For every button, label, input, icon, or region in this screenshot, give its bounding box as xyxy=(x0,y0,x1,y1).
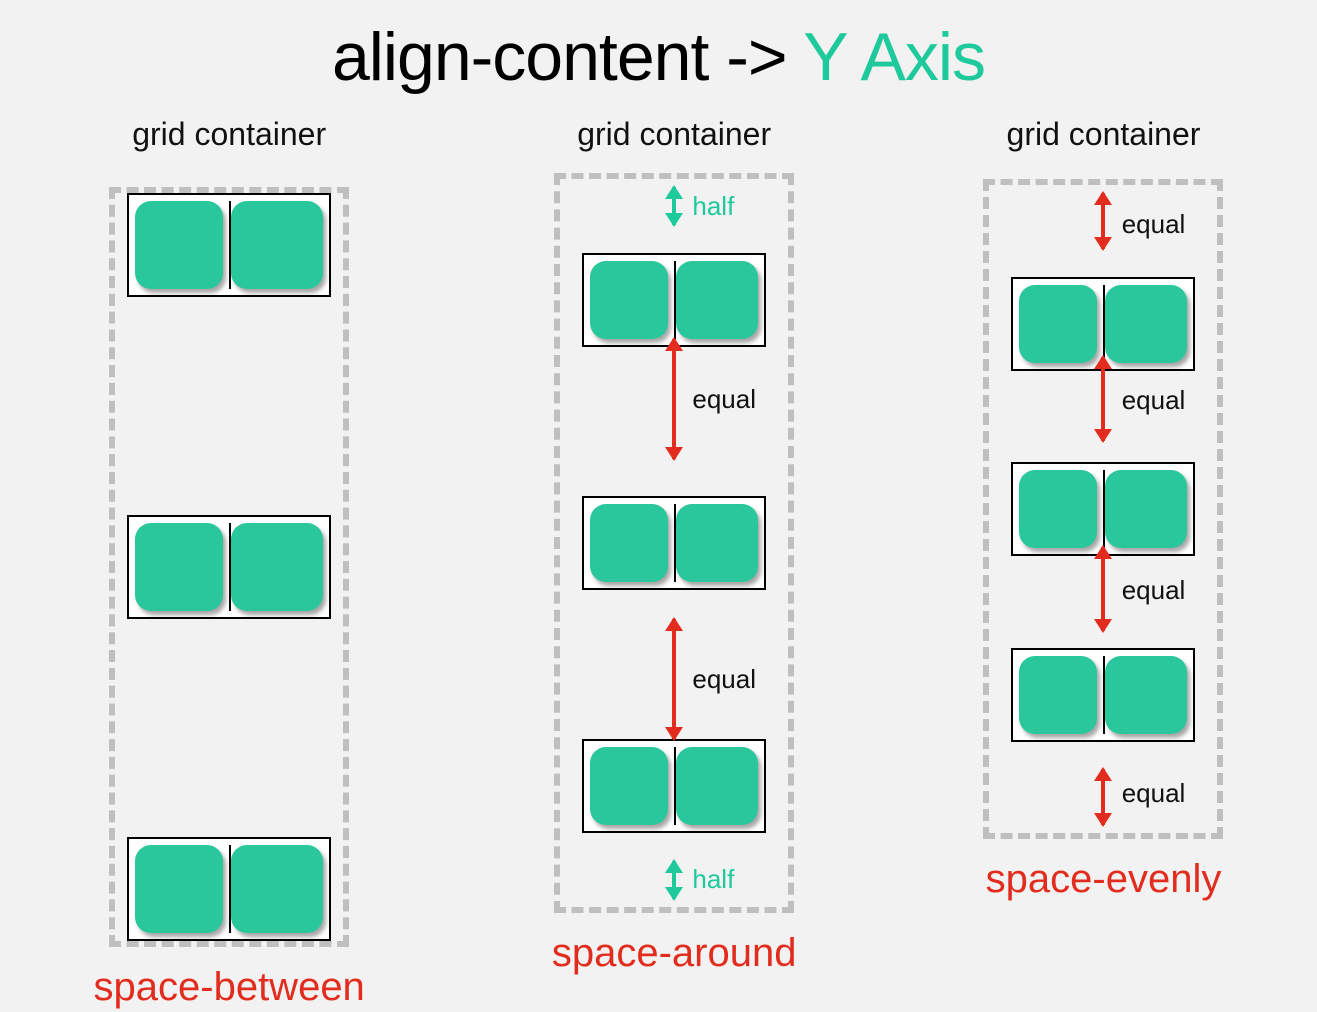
grid-cell xyxy=(590,261,668,339)
grid-item xyxy=(590,261,668,339)
grid-item xyxy=(135,845,223,933)
page-title: align-content -> Y Axis xyxy=(0,0,1317,96)
gap-label-equal: equal xyxy=(1122,209,1186,240)
gap-arrow-equal-icon xyxy=(1101,357,1105,441)
title-accent: Y Axis xyxy=(803,19,985,95)
grid-container-between xyxy=(109,187,349,947)
gap-arrow-half-icon xyxy=(672,861,676,899)
gap-label-equal: equal xyxy=(692,384,756,415)
column-space-evenly: grid container equal equal equal equal xyxy=(983,116,1223,902)
grid-row xyxy=(127,193,331,297)
gap-label-equal: equal xyxy=(1122,778,1186,809)
grid-item xyxy=(135,201,223,289)
grid-cell xyxy=(229,201,323,289)
grid-cell xyxy=(1103,656,1187,734)
container-label: grid container xyxy=(132,116,326,153)
grid-item xyxy=(1019,656,1097,734)
grid-row xyxy=(1011,462,1195,556)
grid-row xyxy=(582,253,766,347)
container-label: grid container xyxy=(577,116,771,153)
caption-around: space-around xyxy=(552,931,797,976)
grid-cell xyxy=(590,747,668,825)
grid-item xyxy=(1019,470,1097,548)
gap-label-half: half xyxy=(692,864,734,895)
grid-cell xyxy=(135,523,223,611)
grid-container-evenly: equal equal equal equal xyxy=(983,179,1223,839)
grid-cell xyxy=(674,261,758,339)
column-space-around: grid container half half equal xyxy=(552,116,797,976)
grid-cell xyxy=(1019,470,1097,548)
grid-cell xyxy=(229,845,323,933)
grid-item xyxy=(1105,285,1187,363)
column-space-between: grid container space-between xyxy=(94,116,365,1010)
gap-label-equal: equal xyxy=(1122,385,1186,416)
grid-item xyxy=(231,845,323,933)
diagram-columns: grid container space-between grid contai… xyxy=(0,116,1317,1010)
grid-cell xyxy=(1103,285,1187,363)
grid-item xyxy=(231,201,323,289)
gap-label-half: half xyxy=(692,191,734,222)
title-prefix: align-content -> xyxy=(332,19,803,95)
grid-item xyxy=(1105,470,1187,548)
grid-item xyxy=(1019,285,1097,363)
grid-cell xyxy=(1019,285,1097,363)
grid-cell xyxy=(135,201,223,289)
grid-item xyxy=(676,261,758,339)
caption-evenly: space-evenly xyxy=(986,857,1222,902)
grid-item xyxy=(676,504,758,582)
grid-row xyxy=(127,837,331,941)
gap-arrow-equal-icon xyxy=(1101,547,1105,631)
gap-arrow-equal-icon xyxy=(1101,769,1105,825)
container-label: grid container xyxy=(1007,116,1201,153)
grid-row xyxy=(582,739,766,833)
grid-row xyxy=(582,496,766,590)
grid-cell xyxy=(590,504,668,582)
gap-arrow-equal-icon xyxy=(672,339,676,459)
grid-cell xyxy=(1103,470,1187,548)
grid-cell xyxy=(674,747,758,825)
grid-item xyxy=(1105,656,1187,734)
gap-arrow-equal-icon xyxy=(1101,193,1105,249)
gap-label-equal: equal xyxy=(1122,575,1186,606)
grid-cell xyxy=(135,845,223,933)
grid-row xyxy=(1011,648,1195,742)
grid-item xyxy=(676,747,758,825)
grid-row xyxy=(127,515,331,619)
grid-cell xyxy=(229,523,323,611)
grid-item xyxy=(231,523,323,611)
grid-item xyxy=(590,747,668,825)
gap-arrow-half-icon xyxy=(672,187,676,225)
grid-cell xyxy=(674,504,758,582)
caption-between: space-between xyxy=(94,965,365,1010)
grid-cell xyxy=(1019,656,1097,734)
grid-item xyxy=(590,504,668,582)
gap-arrow-equal-icon xyxy=(672,619,676,739)
gap-label-equal: equal xyxy=(692,664,756,695)
grid-item xyxy=(135,523,223,611)
grid-container-around: half half equal equal xyxy=(554,173,794,913)
